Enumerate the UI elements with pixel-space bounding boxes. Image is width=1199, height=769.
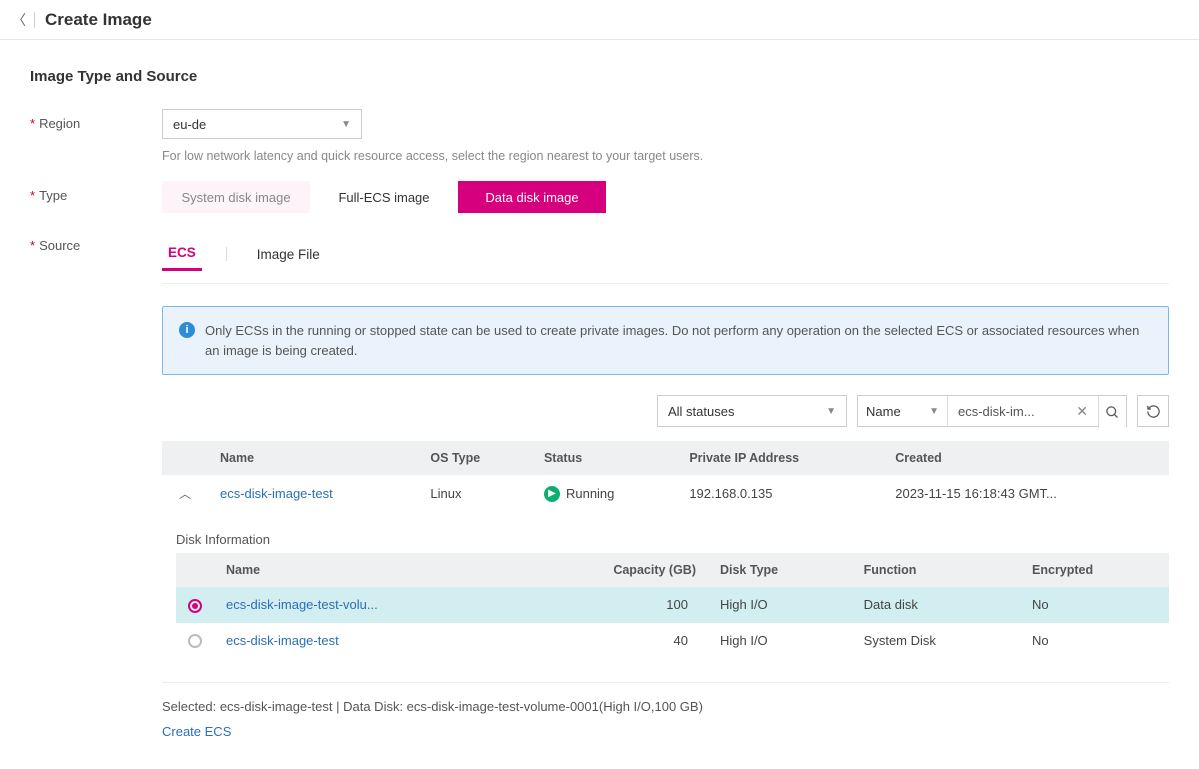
col-private-ip: Private IP Address: [677, 441, 883, 475]
caret-down-icon: ▼: [929, 406, 939, 417]
clear-icon[interactable]: ✕: [1072, 403, 1092, 420]
disk-capacity: 100: [521, 587, 708, 623]
disk-table: Name Capacity (GB) Disk Type Function En…: [176, 553, 1169, 658]
radio-unselected[interactable]: [188, 634, 202, 648]
caret-down-icon: ▼: [826, 406, 836, 417]
status-running-icon: ▶: [544, 486, 560, 502]
type-system-disk[interactable]: System disk image: [162, 181, 310, 213]
disk-encrypted: No: [1020, 587, 1169, 623]
radio-selected[interactable]: [188, 599, 202, 613]
ecs-created: 2023-11-15 16:18:43 GMT...: [883, 475, 1169, 512]
row-type: *Type System disk image Full-ECS image D…: [30, 181, 1169, 213]
disk-type: High I/O: [708, 587, 852, 623]
col-disk-name: Name: [214, 553, 521, 587]
status-filter-value: All statuses: [668, 404, 734, 419]
disk-row[interactable]: ecs-disk-image-test 40 High I/O System D…: [176, 623, 1169, 659]
ecs-name-link[interactable]: ecs-disk-image-test: [220, 486, 333, 501]
disk-name-link[interactable]: ecs-disk-image-test: [226, 633, 339, 648]
search-icon: [1105, 405, 1120, 420]
col-name: Name: [208, 441, 418, 475]
source-tabs: ECS Image File: [162, 237, 1169, 271]
col-created: Created: [883, 441, 1169, 475]
refresh-button[interactable]: [1137, 395, 1169, 427]
label-type: *Type: [30, 181, 162, 203]
top-bar: 〈 Create Image: [0, 0, 1199, 40]
filter-row: All statuses ▼ Name ▼ ecs-disk-im... ✕: [162, 395, 1169, 427]
search-field-select[interactable]: Name ▼: [858, 396, 948, 426]
selection-summary: Selected: ecs-disk-image-test | Data Dis…: [162, 682, 1169, 714]
search-input[interactable]: ecs-disk-im... ✕: [948, 396, 1098, 426]
region-select[interactable]: eu-de ▼: [162, 109, 362, 139]
create-ecs-link[interactable]: Create ECS: [162, 724, 231, 739]
info-text: Only ECSs in the running or stopped stat…: [205, 321, 1152, 360]
region-value: eu-de: [173, 117, 206, 132]
type-full-ecs[interactable]: Full-ECS image: [310, 181, 458, 213]
ecs-private-ip: 192.168.0.135: [677, 475, 883, 512]
info-box: i Only ECSs in the running or stopped st…: [162, 306, 1169, 375]
search-button[interactable]: [1098, 396, 1126, 428]
label-source: *Source: [30, 231, 162, 253]
collapse-icon[interactable]: ︿: [179, 487, 191, 501]
col-capacity: Capacity (GB): [521, 553, 708, 587]
disk-function: Data disk: [852, 587, 1020, 623]
section-title: Image Type and Source: [30, 68, 1169, 85]
disk-type: High I/O: [708, 623, 852, 659]
search-combo: Name ▼ ecs-disk-im... ✕: [857, 395, 1127, 427]
col-radio: [176, 553, 214, 587]
col-disk-type: Disk Type: [708, 553, 852, 587]
tab-divider: [226, 247, 227, 261]
region-helper: For low network latency and quick resour…: [162, 149, 1169, 163]
col-function: Function: [852, 553, 1020, 587]
disk-capacity: 40: [521, 623, 708, 659]
tab-ecs[interactable]: ECS: [162, 237, 202, 271]
divider: [34, 12, 35, 28]
content: Image Type and Source *Region eu-de ▼ Fo…: [0, 40, 1199, 769]
col-status: Status: [532, 441, 677, 475]
table-row[interactable]: ︿ ecs-disk-image-test Linux ▶ Running 19…: [162, 475, 1169, 512]
row-region: *Region eu-de ▼ For low network latency …: [30, 109, 1169, 163]
caret-down-icon: ▼: [341, 119, 351, 130]
search-field-value: Name: [866, 404, 901, 419]
tab-image-file[interactable]: Image File: [251, 239, 326, 270]
row-source: *Source ECS Image File i Only ECSs in th…: [30, 231, 1169, 739]
refresh-icon: [1146, 404, 1161, 419]
page-title: Create Image: [45, 10, 152, 30]
label-region: *Region: [30, 109, 162, 131]
disk-name-link[interactable]: ecs-disk-image-test-volu...: [226, 597, 378, 612]
type-segments: System disk image Full-ECS image Data di…: [162, 181, 1169, 213]
col-expand: [162, 441, 208, 475]
disk-function: System Disk: [852, 623, 1020, 659]
col-encrypted: Encrypted: [1020, 553, 1169, 587]
status-filter[interactable]: All statuses ▼: [657, 395, 847, 427]
ecs-status: ▶ Running: [544, 486, 665, 502]
col-os-type: OS Type: [418, 441, 532, 475]
search-input-value: ecs-disk-im...: [958, 404, 1072, 419]
ecs-table: Name OS Type Status Private IP Address C…: [162, 441, 1169, 512]
info-icon: i: [179, 322, 195, 338]
ecs-status-text: Running: [566, 486, 614, 501]
disk-row[interactable]: ecs-disk-image-test-volu... 100 High I/O…: [176, 587, 1169, 623]
tabs-underline: [162, 283, 1169, 284]
ecs-os-type: Linux: [418, 475, 532, 512]
disk-encrypted: No: [1020, 623, 1169, 659]
disk-section: Disk Information Name Capacity (GB) Disk…: [162, 524, 1169, 658]
back-icon[interactable]: 〈: [12, 10, 26, 30]
type-data-disk[interactable]: Data disk image: [458, 181, 606, 213]
disk-info-title: Disk Information: [176, 532, 1169, 547]
